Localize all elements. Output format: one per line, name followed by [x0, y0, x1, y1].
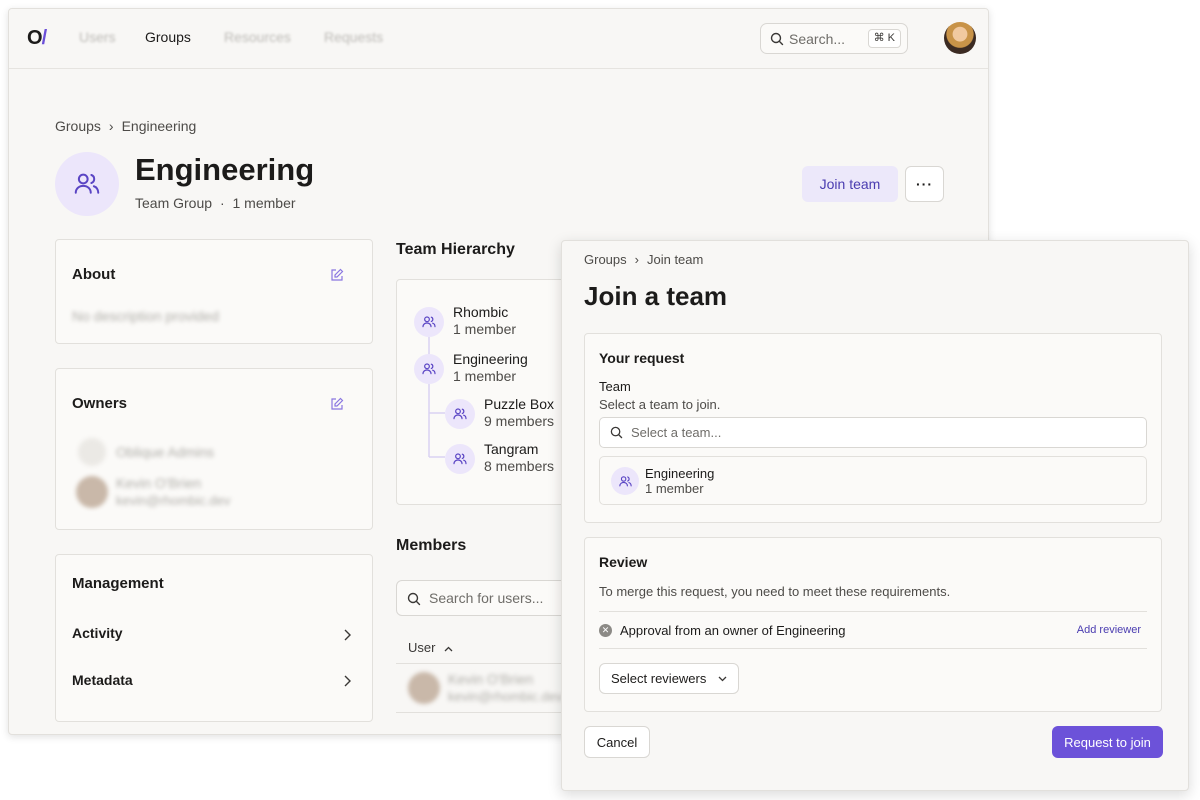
breadcrumb-groups[interactable]: Groups — [55, 118, 101, 134]
metadata-row[interactable]: Metadata — [56, 665, 372, 695]
users-icon — [611, 467, 639, 495]
top-navigation: O/ Users Groups Resources Requests Searc… — [9, 9, 988, 69]
selected-team-option[interactable]: Engineering 1 member — [599, 456, 1147, 505]
more-options-button[interactable]: ··· — [905, 166, 944, 202]
owner-group-name[interactable]: Oblique Admins — [116, 444, 214, 460]
join-team-dialog: Groups › Join team Join a team Your reques… — [561, 240, 1189, 791]
dialog-breadcrumb-groups[interactable]: Groups — [584, 252, 627, 267]
breadcrumb-separator: › — [108, 118, 114, 134]
add-reviewer-link[interactable]: Add reviewer — [1077, 624, 1141, 636]
users-icon — [414, 354, 444, 384]
management-card: Management Activity Metadata — [55, 554, 373, 722]
chevron-right-icon — [344, 629, 351, 641]
members-search-placeholder: Search for users... — [429, 590, 544, 606]
owner-group-icon — [78, 438, 106, 466]
nav-users[interactable]: Users — [79, 29, 116, 45]
cancel-button[interactable]: Cancel — [584, 726, 650, 758]
nav-resources[interactable]: Resources — [224, 29, 291, 45]
user-avatar[interactable] — [944, 22, 976, 54]
chevron-down-icon — [718, 676, 727, 682]
hierarchy-node-name[interactable]: Engineering — [453, 351, 528, 367]
join-team-button[interactable]: Join team — [802, 166, 898, 202]
hierarchy-card: Rhombic 1 member Engineering 1 member Pu… — [396, 279, 576, 505]
search-icon — [770, 32, 784, 46]
owners-card: Owners Oblique Admins Kevin O'Brien kevi… — [55, 368, 373, 530]
requirement-text: Approval from an owner of Engineering — [620, 623, 846, 638]
members-search-input[interactable]: Search for users... — [396, 580, 576, 616]
page-subtitle: Team Group · 1 member — [135, 195, 296, 211]
table-divider — [396, 663, 576, 664]
search-placeholder: Search... — [789, 31, 846, 47]
dialog-breadcrumb: Groups › Join team — [584, 252, 703, 267]
edit-icon[interactable] — [330, 268, 344, 282]
breadcrumb-separator: › — [634, 252, 639, 267]
member-email: kevin@rhombic.dev — [448, 689, 563, 704]
team-label: Team — [599, 379, 631, 394]
dialog-breadcrumb-current: Join team — [646, 252, 704, 267]
search-icon — [407, 592, 421, 606]
team-select-input[interactable]: Select a team... — [599, 417, 1147, 448]
team-hint: Select a team to join. — [599, 397, 721, 412]
request-title: Your request — [599, 350, 685, 366]
nav-groups[interactable]: Groups — [145, 29, 191, 45]
search-icon — [610, 426, 623, 439]
hierarchy-title: Team Hierarchy — [396, 241, 515, 258]
request-card: Your request Team Select a team to join.… — [584, 333, 1162, 523]
breadcrumb-current: Engineering — [121, 118, 197, 134]
dialog-title: Join a team — [584, 281, 728, 311]
members-title: Members — [396, 537, 467, 554]
page-title: Engineering — [135, 152, 315, 187]
owner-name[interactable]: Kevin O'Brien — [116, 475, 201, 491]
search-shortcut: ⌘ K — [867, 29, 901, 48]
users-icon — [414, 307, 444, 337]
review-title: Review — [599, 554, 648, 570]
review-card: Review To merge this request, you need t… — [584, 537, 1162, 712]
global-search[interactable]: Search... ⌘ K — [760, 23, 908, 54]
hierarchy-node-count: 8 members — [484, 458, 555, 474]
chevron-up-icon — [444, 646, 453, 652]
hierarchy-node-name[interactable]: Rhombic — [453, 304, 508, 320]
user-column-header[interactable]: User — [408, 640, 453, 655]
hierarchy-node-count: 9 members — [484, 413, 555, 429]
close-circle-icon: ✕ — [599, 624, 612, 637]
table-divider — [396, 712, 576, 713]
hierarchy-node-count: 1 member — [453, 368, 517, 384]
hierarchy-node-count: 1 member — [453, 321, 517, 337]
chevron-right-icon — [344, 675, 351, 687]
activity-row[interactable]: Activity — [56, 617, 372, 647]
selected-team-name: Engineering — [645, 466, 715, 481]
member-name: Kevin O'Brien — [448, 671, 534, 687]
breadcrumb: Groups › Engineering — [55, 118, 196, 134]
hierarchy-node-name[interactable]: Tangram — [484, 441, 538, 457]
owners-title: Owners — [72, 395, 128, 412]
member-avatar — [408, 672, 440, 704]
team-select-placeholder: Select a team... — [631, 425, 722, 440]
about-card: About No description provided — [55, 239, 373, 344]
about-description: No description provided — [72, 308, 220, 324]
nav-requests[interactable]: Requests — [324, 29, 383, 45]
owner-email: kevin@rhombic.dev — [116, 493, 231, 508]
requirement-row: ✕ Approval from an owner of Engineering … — [599, 611, 1147, 649]
hierarchy-node-name[interactable]: Puzzle Box — [484, 396, 554, 412]
management-title: Management — [72, 575, 164, 592]
request-to-join-button[interactable]: Request to join — [1052, 726, 1163, 758]
owner-avatar — [76, 476, 108, 508]
users-icon — [55, 152, 119, 216]
users-icon — [445, 444, 475, 474]
about-title: About — [72, 266, 116, 283]
select-reviewers-dropdown[interactable]: Select reviewers — [599, 663, 739, 694]
users-icon — [445, 399, 475, 429]
selected-team-count: 1 member — [645, 481, 704, 496]
review-description: To merge this request, you need to meet … — [599, 584, 951, 599]
app-logo[interactable]: O/ — [27, 27, 47, 50]
edit-icon[interactable] — [330, 397, 344, 411]
